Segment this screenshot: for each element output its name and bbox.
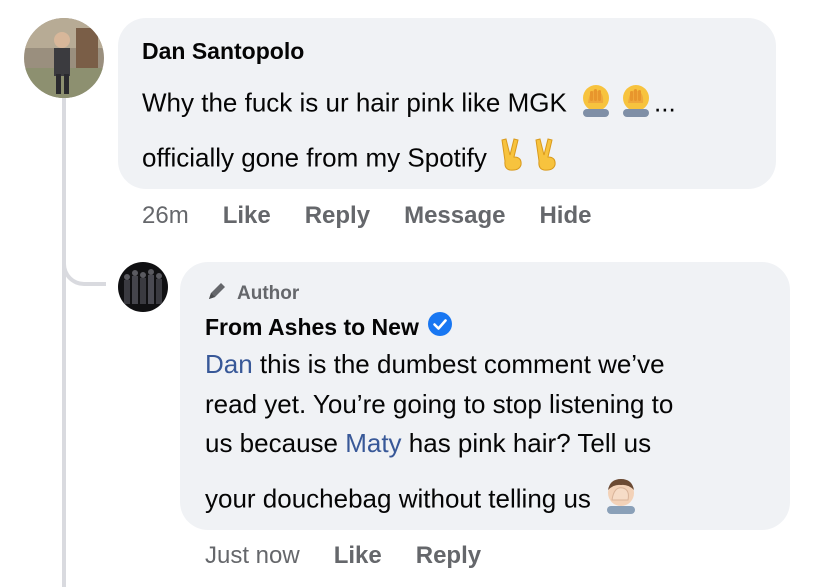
reply-line1-text: this is the dumbest comment we’ve	[252, 349, 665, 379]
comment-line2-text: officially gone from my Spotify	[142, 142, 487, 173]
avatar-dan-santopolo[interactable]	[24, 18, 104, 98]
comment-actions: 26m Like Reply Message Hide	[142, 202, 591, 230]
face-palm-icon	[578, 81, 614, 128]
reply-actions: Just now Like Reply	[205, 542, 481, 570]
victory-hand-icon	[532, 137, 562, 182]
reply-reply-button[interactable]: Reply	[416, 542, 481, 570]
reply-line4-text: your douchebag without telling us	[205, 483, 591, 514]
thread-line-branch	[62, 240, 106, 286]
verified-badge-icon	[427, 311, 453, 343]
reply-text-line2: read yet. You’re going to stop listening…	[205, 389, 674, 419]
comment-line1-text: Why the fuck is ur hair pink like MGK	[142, 87, 567, 118]
comment-line1-ellipsis: ...	[654, 87, 676, 118]
face-palm-icon	[618, 81, 654, 128]
reply-timestamp[interactable]: Just now	[205, 542, 300, 570]
avatar-from-ashes-to-new[interactable]	[118, 262, 168, 312]
thread-line-vertical	[62, 98, 66, 587]
reply-line3-pre: us because	[205, 428, 346, 458]
comment-text-line1: Why the fuck is ur hair pink like MGK ..…	[142, 81, 676, 128]
author-badge-label: Author	[237, 283, 300, 304]
comment-like-button[interactable]: Like	[223, 202, 271, 230]
reply-author-name-text: From Ashes to New	[205, 313, 419, 340]
comment-author-name[interactable]: Dan Santopolo	[142, 38, 304, 65]
author-badge: Author	[205, 279, 299, 309]
reply-author-name[interactable]: From Ashes to New	[205, 311, 453, 343]
reply-text-line3: us because Maty has pink hair? Tell us	[205, 423, 651, 463]
reply-text-line4: your douchebag without telling us	[205, 476, 640, 525]
mention-maty-link[interactable]: Maty	[345, 428, 401, 458]
comment-text-line2: officially gone from my Spotify	[142, 137, 562, 182]
man-facepalming-icon	[602, 476, 640, 525]
reply-text-line1: Dan this is the dumbest comment we’ve	[205, 344, 665, 384]
reply-line3-post: has pink hair? Tell us	[401, 428, 652, 458]
pencil-icon	[205, 279, 229, 309]
reply-like-button[interactable]: Like	[334, 542, 382, 570]
victory-hand-icon	[498, 137, 528, 182]
comment-hide-button[interactable]: Hide	[539, 202, 591, 230]
comment-timestamp[interactable]: 26m	[142, 202, 189, 230]
comment-reply-button[interactable]: Reply	[305, 202, 370, 230]
comment-message-button[interactable]: Message	[404, 202, 505, 230]
mention-dan-link[interactable]: Dan	[205, 349, 253, 379]
